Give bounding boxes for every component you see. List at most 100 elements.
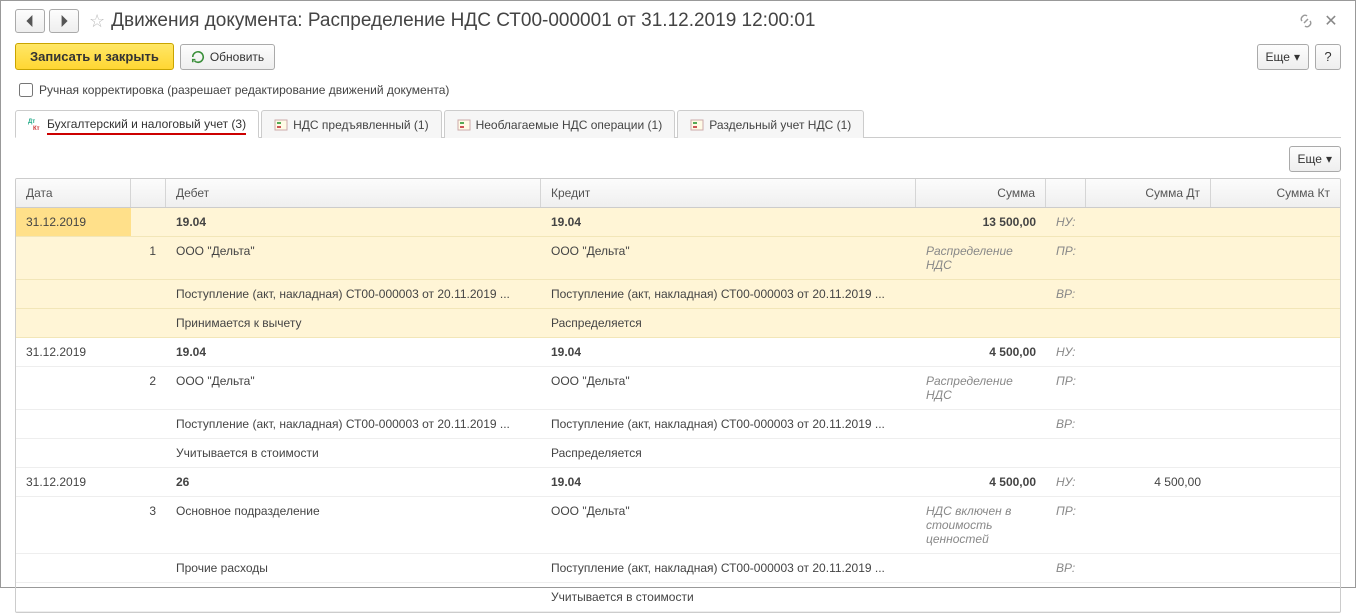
more-label: Еще: [1298, 152, 1322, 166]
header: ☆ Движения документа: Распределение НДС …: [15, 9, 1341, 33]
tag-nu: НУ:: [1046, 208, 1086, 236]
manual-edit-label: Ручная корректировка (разрешает редактир…: [39, 83, 449, 97]
tab-separate-vat[interactable]: Раздельный учет НДС (1): [677, 110, 864, 138]
svg-text:Дт: Дт: [28, 119, 35, 125]
debit-acct: 19.04: [166, 338, 541, 366]
tab-label: Необлагаемые НДС операции (1): [476, 118, 663, 132]
chevron-down-icon: ▾: [1326, 152, 1332, 166]
sum: 13 500,00: [916, 208, 1046, 236]
row-n: [131, 468, 166, 496]
pane-more-button[interactable]: Еще ▾: [1289, 146, 1341, 172]
row-n: [131, 208, 166, 236]
close-icon[interactable]: ✕: [1321, 11, 1341, 31]
dtkt-icon: ДтКт: [28, 117, 42, 131]
save-close-button[interactable]: Записать и закрыть: [15, 43, 174, 70]
help-button[interactable]: ?: [1315, 44, 1341, 70]
tab-label: Бухгалтерский и налоговый учет (3): [47, 117, 246, 131]
tab-non-taxable[interactable]: Необлагаемые НДС операции (1): [444, 110, 676, 138]
debit-sub3: Учитывается в стоимости: [166, 439, 541, 467]
sumdt: 4 500,00: [1086, 468, 1211, 496]
credit-acct: 19.04: [541, 338, 916, 366]
debit-sub1: Основное подразделение: [166, 497, 541, 553]
window-title: Движения документа: Распределение НДС СТ…: [111, 10, 815, 32]
credit-sub1: ООО "Дельта": [541, 367, 916, 409]
toolbar: Записать и закрыть Обновить Еще ▾ ?: [15, 43, 1341, 70]
credit-acct: 19.04: [541, 468, 916, 496]
credit-sub2: Поступление (акт, накладная) СТ00-000003…: [541, 554, 916, 582]
sumkt: [1211, 338, 1340, 366]
tag-vr: ВР:: [1046, 280, 1086, 308]
tag-pr: ПР:: [1046, 367, 1086, 409]
credit-sub2: Поступление (акт, накладная) СТ00-000003…: [541, 280, 916, 308]
refresh-icon: [191, 50, 205, 64]
col-sumdt[interactable]: Сумма Дт: [1086, 179, 1211, 207]
sumkt: [1211, 468, 1340, 496]
sum-note: Распределение НДС: [916, 237, 1046, 279]
sum-note: НДС включен в стоимость ценностей: [916, 497, 1046, 553]
date-cell: 31.12.2019: [16, 208, 131, 236]
row-number: 3: [131, 497, 166, 553]
credit-sub3: Распределяется: [541, 309, 916, 337]
col-sum[interactable]: Сумма: [916, 179, 1046, 207]
grid-body[interactable]: 31.12.201919.0419.0413 500,00НУ:1ООО "Де…: [16, 208, 1340, 612]
debit-sub2: Поступление (акт, накладная) СТ00-000003…: [166, 280, 541, 308]
table-row[interactable]: 31.12.201919.0419.0413 500,00НУ:1ООО "Де…: [16, 208, 1340, 338]
date-cell: 31.12.2019: [16, 338, 131, 366]
col-debit[interactable]: Дебет: [166, 179, 541, 207]
toolbar-more-button[interactable]: Еще ▾: [1257, 44, 1309, 70]
debit-sub3: [166, 583, 541, 611]
debit-sub3: Принимается к вычету: [166, 309, 541, 337]
sumdt: [1086, 338, 1211, 366]
grid-header: Дата Дебет Кредит Сумма Сумма Дт Сумма К…: [16, 179, 1340, 208]
debit-sub1: ООО "Дельта": [166, 237, 541, 279]
credit-sub1: ООО "Дельта": [541, 497, 916, 553]
back-button[interactable]: [15, 9, 45, 33]
credit-sub3: Распределяется: [541, 439, 916, 467]
col-credit[interactable]: Кредит: [541, 179, 916, 207]
tag-pr: ПР:: [1046, 237, 1086, 279]
tab-vat-presented[interactable]: НДС предъявленный (1): [261, 110, 441, 138]
credit-acct: 19.04: [541, 208, 916, 236]
tag-pr: ПР:: [1046, 497, 1086, 553]
debit-sub1: ООО "Дельта": [166, 367, 541, 409]
sumkt: [1211, 208, 1340, 236]
svg-text:Кт: Кт: [33, 126, 40, 131]
window: ☆ Движения документа: Распределение НДС …: [0, 0, 1356, 588]
manual-edit-checkbox[interactable]: [19, 83, 33, 97]
register-icon: [690, 118, 704, 132]
sumdt: [1086, 208, 1211, 236]
chevron-down-icon: ▾: [1294, 50, 1300, 64]
credit-sub1: ООО "Дельта": [541, 237, 916, 279]
debit-acct: 19.04: [166, 208, 541, 236]
link-icon[interactable]: [1297, 12, 1315, 30]
more-label: Еще: [1266, 50, 1290, 64]
sum-note: Распределение НДС: [916, 367, 1046, 409]
sum: 4 500,00: [916, 468, 1046, 496]
refresh-label: Обновить: [210, 50, 264, 64]
col-date[interactable]: Дата: [16, 179, 131, 207]
favorite-icon[interactable]: ☆: [89, 11, 105, 32]
debit-acct: 26: [166, 468, 541, 496]
col-n[interactable]: [131, 179, 166, 207]
debit-sub2: Прочие расходы: [166, 554, 541, 582]
table-row[interactable]: 31.12.201919.0419.044 500,00НУ:2ООО "Дел…: [16, 338, 1340, 468]
refresh-button[interactable]: Обновить: [180, 44, 275, 70]
table-row[interactable]: 31.12.20192619.044 500,00НУ:4 500,003Осн…: [16, 468, 1340, 612]
manual-edit-row: Ручная корректировка (разрешает редактир…: [15, 80, 1341, 100]
row-n: [131, 338, 166, 366]
tab-accounting[interactable]: ДтКт Бухгалтерский и налоговый учет (3): [15, 110, 259, 138]
col-sumkt[interactable]: Сумма Кт: [1211, 179, 1340, 207]
credit-sub3: Учитывается в стоимости: [541, 583, 916, 611]
tabs: ДтКт Бухгалтерский и налоговый учет (3) …: [15, 110, 1341, 138]
row-number: 2: [131, 367, 166, 409]
tag-vr: ВР:: [1046, 410, 1086, 438]
credit-sub2: Поступление (акт, накладная) СТ00-000003…: [541, 410, 916, 438]
debit-sub2: Поступление (акт, накладная) СТ00-000003…: [166, 410, 541, 438]
grid: Дата Дебет Кредит Сумма Сумма Дт Сумма К…: [15, 178, 1341, 613]
tab-label: Раздельный учет НДС (1): [709, 118, 851, 132]
tag-nu: НУ:: [1046, 468, 1086, 496]
col-tag[interactable]: [1046, 179, 1086, 207]
tab-label: НДС предъявленный (1): [293, 118, 428, 132]
tag-vr: ВР:: [1046, 554, 1086, 582]
forward-button[interactable]: [49, 9, 79, 33]
